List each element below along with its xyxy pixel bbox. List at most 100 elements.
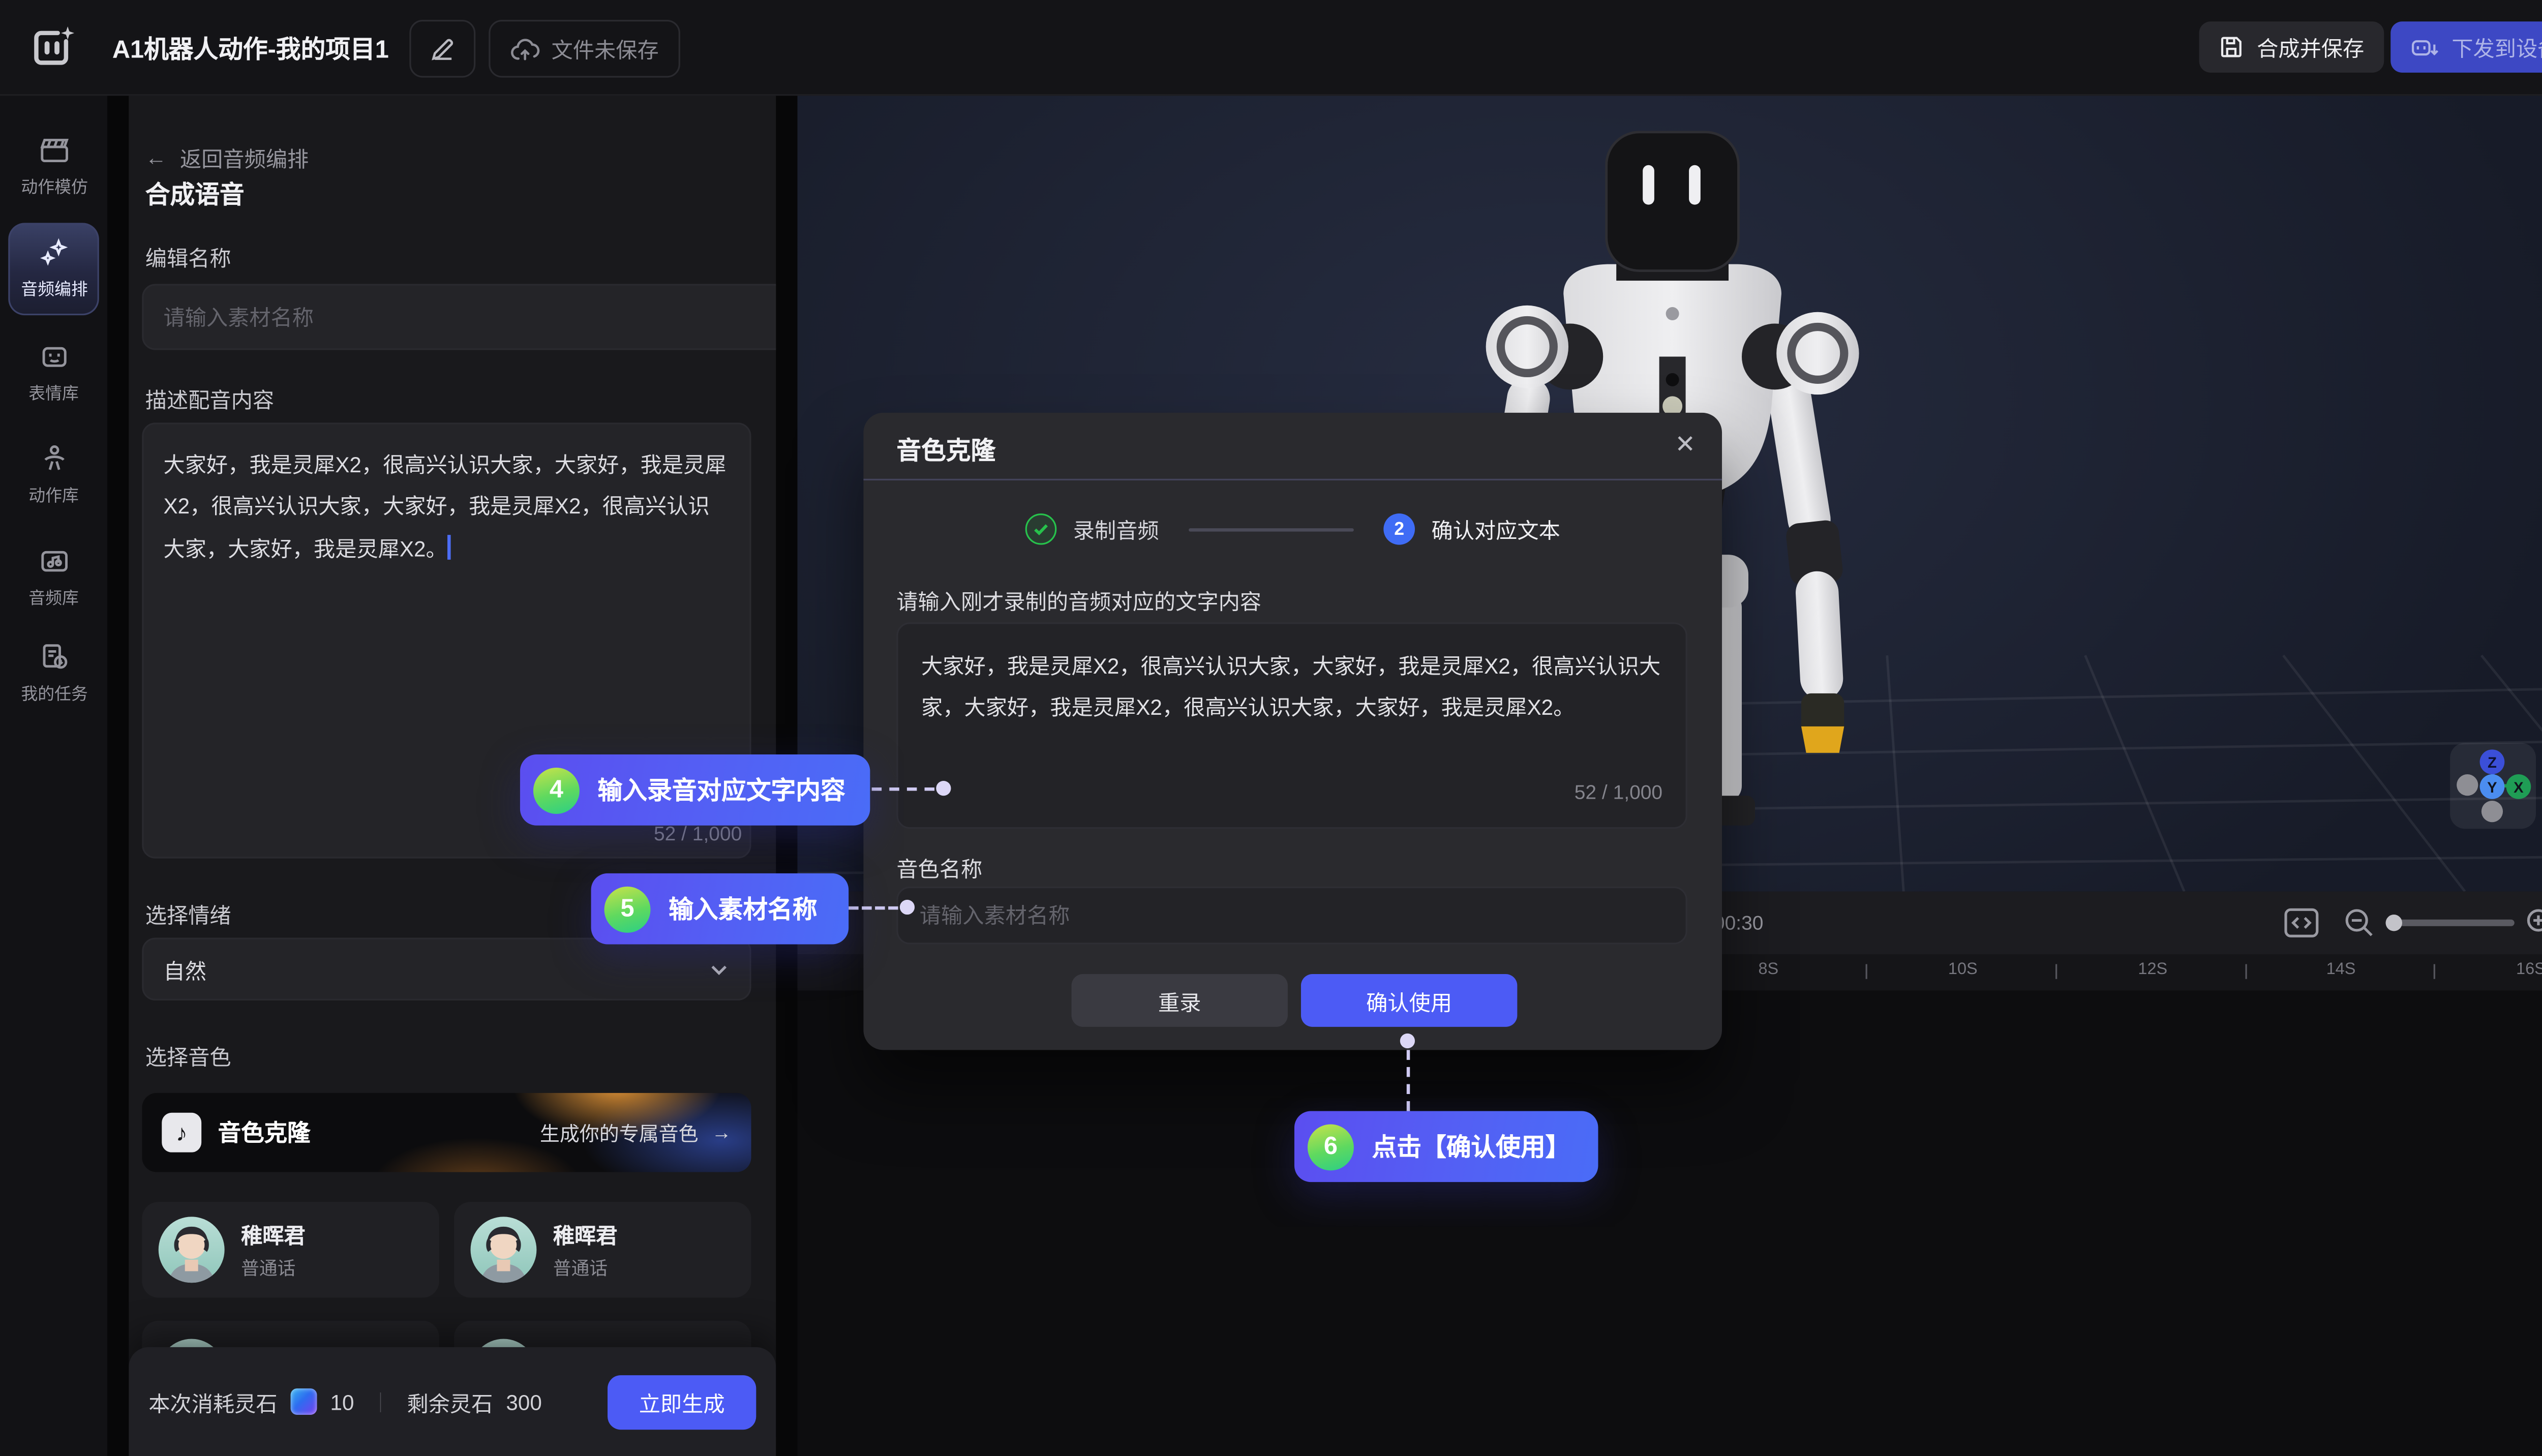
transcript-char-counter: 52 / 1,000 [1575,774,1662,812]
left-nav: 动作模仿 音频编排 表情库 动作库 [0,94,107,1456]
rerecord-button[interactable]: 重录 [1072,974,1288,1027]
guide-tooltip-5: 5 输入素材名称 [591,873,849,945]
sidebar-item-my-tasks[interactable]: 我的任务 [8,627,99,720]
save-and-synthesize-button[interactable]: 合成并保存 [2199,21,2384,73]
cost-label: 本次消耗灵石 [148,1386,277,1417]
gizmo-neg-z[interactable] [2482,801,2503,822]
gizmo-neg-x[interactable] [2457,774,2478,796]
back-to-audio-arrange[interactable]: ← 返回音频编排 [145,142,309,173]
deploy-to-device-button[interactable]: 下发到设备 [2390,21,2542,73]
back-arrow-icon: ← [145,145,167,170]
emotion-field-label: 选择情绪 [145,898,231,930]
tooltip-step-number: 5 [604,886,651,932]
sidebar-item-audio-lib[interactable]: 音频库 [8,532,99,624]
timeline-tracks[interactable] [797,990,2542,1456]
robot-download-icon [2410,35,2440,59]
step2-number: 2 [1383,513,1415,545]
balance-value: 300 [506,1389,541,1414]
generate-footer: 本次消耗灵石 10 ｜ 剩余灵石 300 立即生成 [129,1347,776,1456]
voice-field-label: 选择音色 [145,1040,231,1072]
ruler-minor-tick [2055,964,2057,979]
sidebar-item-label: 音频编排 [20,277,87,301]
transcript-text: 大家好，我是灵犀X2，很高兴认识大家，大家好，我是灵犀X2，很高兴认识大家，大家… [921,654,1660,720]
fit-width-icon[interactable] [2283,906,2319,939]
unsaved-label: 文件未保存 [552,33,659,65]
voice-card[interactable]: 稚晖君 普通话 [142,1202,439,1297]
gizmo-z-axis[interactable]: Z [2480,749,2505,774]
confirm-use-button[interactable]: 确认使用 [1301,974,1517,1027]
voice-clone-cta: 生成你的专属音色 → [540,1118,732,1146]
top-bar: A1机器人动作-我的项目1 文件未保存 合成并保存 [0,0,2542,96]
sidebar-item-label: 我的任务 [20,681,87,706]
modal-divider [863,479,1722,480]
timeline-zoom-slider[interactable] [2385,920,2514,926]
project-title: A1机器人动作-我的项目1 [112,32,389,66]
ruler-tick: 8S [1758,961,1778,979]
panel-title: 合成语音 [145,176,245,211]
zoom-out-icon[interactable] [2343,906,2376,939]
voice-name-input[interactable] [896,887,1687,945]
close-icon[interactable]: ✕ [1675,429,1696,459]
sidebar-item-label: 动作模仿 [20,174,87,199]
transcript-hint-label: 请输入刚才录制的音频对应的文字内容 [896,585,1261,616]
emotion-value: 自然 [163,953,206,985]
voice-avatar [471,1217,537,1283]
ruler-minor-tick [2434,964,2435,979]
music-note-icon: ♪ [162,1113,201,1152]
voice-language: 普通话 [241,1255,306,1281]
voice-name: 稚晖君 [553,1219,618,1250]
generate-now-button[interactable]: 立即生成 [608,1374,756,1429]
gizmo-y-axis[interactable]: Y [2480,774,2505,799]
material-name-input[interactable] [142,284,776,350]
connector-line-6 [1407,1050,1410,1111]
name-field-label: 编辑名称 [145,241,231,272]
sidebar-item-label: 表情库 [28,381,79,405]
voice-clone-banner[interactable]: ♪ 音色克隆 生成你的专属音色 → [142,1093,751,1172]
step-connector [1189,528,1354,531]
voice-name-label: 音色名称 [896,852,982,884]
audio-library-icon [37,545,70,578]
footer-divider: ｜ [371,1387,390,1415]
guide-tooltip-6: 6 点击【确认使用】 [1294,1111,1598,1182]
connector-line-4 [872,787,934,791]
tooltip-text: 输入素材名称 [669,892,817,926]
content-field-label: 描述配音内容 [145,383,274,414]
task-list-icon [37,641,70,674]
tooltip-step-number: 4 [533,767,580,813]
connector-line-5 [849,906,898,909]
sidebar-item-motion-mimic[interactable]: 动作模仿 [8,120,99,213]
sidebar-item-label: 音频库 [28,586,79,610]
arrow-right-icon: → [712,1121,732,1144]
sparkles-icon [37,236,70,269]
step-done-check-icon [1025,513,1057,545]
modal-title: 音色克隆 [896,433,995,467]
axis-gizmo[interactable]: Z Y X [2450,743,2536,829]
transcript-textarea[interactable]: 大家好，我是灵犀X2，很高兴认识大家，大家好，我是灵犀X2，很高兴认识大家，大家… [896,622,1687,829]
connector-dot-5 [900,900,915,915]
voice-clone-title: 音色克隆 [218,1116,524,1149]
sidebar-item-audio-arrange[interactable]: 音频编排 [8,223,99,315]
gem-icon [291,1388,317,1415]
deploy-label: 下发到设备 [2452,32,2542,63]
connector-dot-4 [936,781,951,796]
pencil-icon [429,36,456,62]
sidebar-item-motion-lib[interactable]: 动作库 [8,429,99,522]
text-cursor [447,534,450,559]
gizmo-x-axis[interactable]: X [2506,774,2531,799]
voice-avatar [159,1217,225,1283]
zoom-in-icon[interactable] [2524,906,2542,939]
tooltip-text: 输入录音对应文字内容 [598,773,845,807]
voiceover-content-text: 大家好，我是灵犀X2，很高兴认识大家，大家好，我是灵犀X2，很高兴认识大家，大家… [163,452,726,561]
rename-project-button[interactable] [409,20,475,78]
voice-card[interactable]: 稚晖君 普通话 [454,1202,751,1297]
file-save-status[interactable]: 文件未保存 [489,20,680,78]
sidebar-item-expression-lib[interactable]: 表情库 [8,327,99,419]
save-label: 合成并保存 [2257,32,2364,63]
ruler-tick: 12S [2138,961,2167,979]
person-icon [37,442,70,475]
emotion-select[interactable]: 自然 [142,938,751,1000]
sidebar-item-label: 动作库 [28,483,79,507]
tooltip-text: 点击【确认使用】 [1372,1129,1570,1164]
robot-face-icon [37,340,70,373]
slider-knob[interactable] [2385,915,2402,931]
